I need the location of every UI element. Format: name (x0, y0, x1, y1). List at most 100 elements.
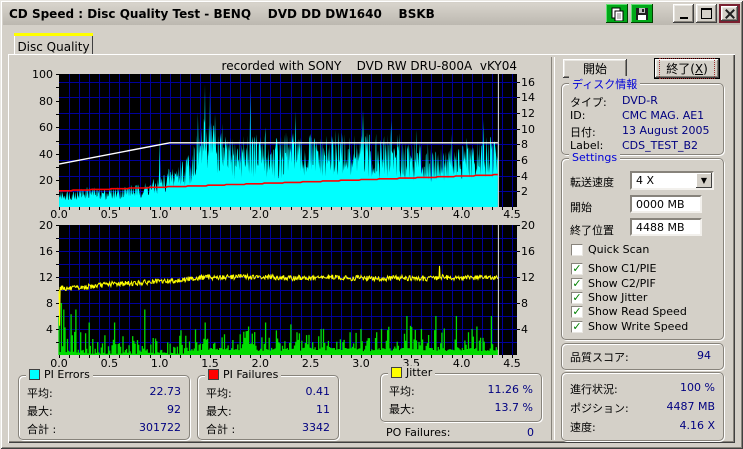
titlebar[interactable]: CD Speed : Disc Quality Test - BENQ DVD … (3, 3, 740, 25)
jitter-stat-label: 最大: (389, 403, 415, 416)
quality-score-group: 品質スコア: 94 (561, 343, 724, 370)
pi-errors-stat-row: 平均: 22.73 (27, 385, 181, 401)
scan-end-label: 終了位置 (570, 224, 614, 237)
jitter-stat-row: 最大: 13.7 % (389, 401, 533, 417)
scan-start-value: 0000 MB (636, 197, 685, 211)
checkbox-label: Show Write Speed (588, 320, 689, 333)
progress-row-label: 速度: (570, 421, 596, 434)
checkbox-row-show-c2-pif[interactable]: ✓ Show C2/PIF (571, 277, 656, 290)
pi-errors-stat-label: 合計 : (27, 423, 57, 436)
maximize-button[interactable] (696, 4, 717, 23)
progress-row: 速度: 4.16 X (570, 419, 715, 435)
checkbox-row-show-write-speed[interactable]: ✓ Show Write Speed (571, 320, 688, 333)
disc-info-group: ディスク情報 タイプ: DVD-R ID: CMC MAG. AE1 日付: 13 Aug… (561, 76, 724, 155)
pi-failures-title: PI Failures (223, 368, 279, 381)
exit-button[interactable]: 終了(X) (654, 58, 720, 79)
window-title: CD Speed : Disc Quality Test - BENQ DVD … (9, 7, 435, 21)
disc-info-row-value: CMC MAG. AE1 (622, 109, 705, 122)
checkbox-row-quick-scan[interactable]: Quick Scan (571, 243, 649, 256)
progress-row-label: 進行状況: (570, 383, 618, 396)
progress-row-value: 4487 MB (666, 400, 715, 413)
pi-errors-stat-row: 最大: 92 (27, 403, 181, 419)
recorded-with-header: recorded with SONY DVD RW DRU-800A vKY04 (221, 59, 517, 73)
speed-dropdown[interactable]: 4 X ▼ (630, 171, 714, 190)
pi-failures-group: PI Failures 平均: 0.41 最大: 11 合計 : 3342 (197, 368, 339, 440)
checkbox-row-show-read-speed[interactable]: ✓ Show Read Speed (571, 305, 687, 318)
pi-errors-stat-value: 22.73 (149, 385, 182, 398)
checkbox-icon[interactable]: ✓ (571, 262, 583, 275)
disc-info-title: ディスク情報 (569, 76, 641, 92)
checkbox-row-show-jitter[interactable]: ✓ Show Jitter (571, 291, 647, 304)
exit-button-label: 終了(X) (659, 58, 715, 79)
chevron-down-icon[interactable]: ▼ (696, 173, 712, 188)
pi-failures-stat-row: 合計 : 3342 (206, 421, 330, 437)
settings-group: Settings 転送速度 4 X ▼ 開始 0000 MB 終了位置 4488… (561, 151, 724, 340)
po-failures-label: PO Failures: (386, 426, 451, 439)
scan-start-input[interactable]: 0000 MB (630, 195, 702, 213)
close-button[interactable] (719, 4, 740, 23)
disc-info-row-label: ID: (570, 109, 586, 122)
minimize-button[interactable] (673, 4, 694, 23)
scan-start-label: 開始 (570, 201, 592, 214)
jitter-color-swatch (391, 367, 402, 378)
speed-label: 転送速度 (570, 176, 614, 189)
disc-info-row-value: CDS_TEST_B2 (622, 139, 699, 152)
checkbox-label: Quick Scan (588, 243, 650, 256)
pi-errors-stat-label: 最大: (27, 405, 53, 418)
scan-end-input[interactable]: 4488 MB (630, 218, 702, 236)
pi-errors-group: PI Errors 平均: 22.73 最大: 92 合計 : 301722 (18, 368, 190, 440)
pi-failures-stat-label: 合計 : (206, 423, 236, 436)
checkbox-icon[interactable]: ✓ (571, 277, 583, 290)
checkbox-row-show-c1-pie[interactable]: ✓ Show C1/PIE (571, 262, 656, 275)
checkbox-label: Show C2/PIF (588, 277, 656, 290)
progress-row-value: 100 % (680, 381, 715, 394)
progress-group: 進行状況: 100 % ポジション: 4487 MB 速度: 4.16 X (561, 372, 724, 441)
pi-errors-color-swatch (29, 369, 40, 380)
pi-failures-stat-value: 3342 (302, 421, 330, 434)
pi-failures-stat-label: 最大: (206, 405, 232, 418)
minimize-icon (679, 17, 688, 19)
pi-failures-stat-row: 最大: 11 (206, 403, 330, 419)
pi-errors-stat-value: 92 (167, 403, 181, 416)
pi-failures-color-swatch (208, 369, 219, 380)
save-button[interactable] (631, 4, 653, 23)
settings-title: Settings (569, 151, 621, 164)
jitter-title: Jitter (406, 366, 433, 379)
jitter-stat-value: 13.7 % (494, 401, 533, 414)
pi-errors-stat-label: 平均: (27, 387, 53, 400)
progress-row-value: 4.16 X (679, 419, 715, 432)
jitter-group: Jitter 平均: 11.26 % 最大: 13.7 % (380, 366, 542, 422)
checkbox-icon[interactable]: ✓ (571, 305, 583, 318)
pi-failures-stat-value: 11 (316, 403, 330, 416)
progress-row-label: ポジション: (570, 402, 629, 415)
pi-failures-legend: PI Failures (205, 368, 282, 381)
checkbox-icon[interactable]: ✓ (571, 320, 583, 333)
pi-errors-stat-value: 301722 (139, 421, 181, 434)
disc-info-row-label: タイプ: (570, 96, 607, 109)
close-icon (725, 9, 735, 19)
po-failures-value: 0 (527, 426, 534, 439)
app-window: CD Speed : Disc Quality Test - BENQ DVD … (0, 0, 743, 449)
checkbox-label: Show Jitter (588, 291, 648, 304)
jitter-legend: Jitter (388, 366, 436, 379)
checkbox-icon[interactable]: ✓ (571, 291, 583, 304)
start-button-label: 開始 (582, 62, 607, 76)
jitter-stat-value: 11.26 % (487, 383, 533, 396)
pi-errors-legend: PI Errors (26, 368, 93, 381)
pi-failures-stat-row: 平均: 0.41 (206, 385, 330, 401)
tab-label: Disc Quality (17, 39, 90, 54)
checkbox-label: Show C1/PIE (588, 262, 657, 275)
speed-dropdown-value: 4 X (636, 174, 655, 187)
pi-failures-stat-value: 0.41 (305, 385, 331, 398)
progress-row: ポジション: 4487 MB (570, 400, 715, 416)
copy-button[interactable] (606, 4, 628, 23)
disc-info-row-label: 日付: (570, 126, 596, 139)
jitter-stat-row: 平均: 11.26 % (389, 383, 533, 399)
disc-info-row-value: DVD-R (622, 94, 658, 107)
disc-info-row-value: 13 August 2005 (622, 124, 710, 137)
quality-score-label: 品質スコア: (570, 351, 629, 364)
checkbox-icon[interactable] (571, 243, 583, 256)
scan-end-value: 4488 MB (636, 220, 685, 234)
pi-errors-stat-row: 合計 : 301722 (27, 421, 181, 437)
panel-separator (551, 57, 555, 440)
